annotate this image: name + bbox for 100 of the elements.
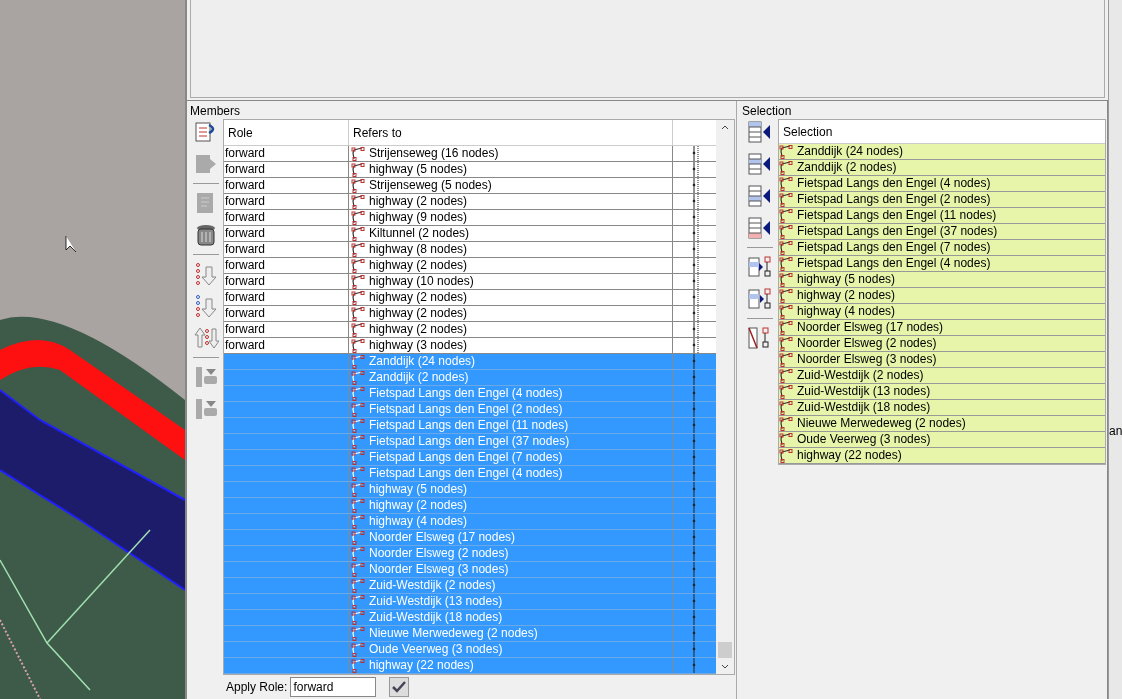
role-input-field[interactable]: forward	[290, 677, 377, 697]
move-down-icon[interactable]	[193, 293, 219, 319]
way-icon	[351, 274, 365, 289]
scroll-thumb[interactable]	[718, 642, 732, 658]
selection-row[interactable]: Fietspad Langs den Engel (4 nodes)	[779, 176, 1105, 192]
selection-row[interactable]: Zanddijk (2 nodes)	[779, 160, 1105, 176]
member-row[interactable]: forward highway (10 nodes)	[224, 274, 717, 290]
role-cell: forward	[224, 226, 349, 241]
way-icon	[779, 288, 793, 303]
panel-title: Members	[189, 103, 241, 119]
add-to-list-icon[interactable]	[747, 183, 773, 209]
way-icon	[779, 192, 793, 207]
add-to-list-icon[interactable]	[747, 215, 773, 241]
way-icon	[351, 594, 365, 609]
way-icon	[779, 400, 793, 415]
member-row[interactable]: forward highway (2 nodes)	[224, 322, 717, 338]
selection-row[interactable]: Zuid-Westdijk (18 nodes)	[779, 400, 1105, 416]
connection-line-icon	[690, 226, 699, 241]
side-text: an	[1109, 424, 1122, 438]
member-row[interactable]: forward Strijenseweg (5 nodes)	[224, 178, 717, 194]
member-name: Oude Veerweg (3 nodes)	[369, 642, 503, 657]
way-icon	[351, 482, 365, 497]
member-name: highway (9 nodes)	[369, 210, 468, 225]
member-name: highway (2 nodes)	[369, 306, 468, 321]
add-to-list-icon[interactable]	[747, 151, 773, 177]
selection-row[interactable]: Noorder Elsweg (2 nodes)	[779, 336, 1105, 352]
member-row[interactable]: forward highway (2 nodes)	[224, 194, 717, 210]
selection-row[interactable]: Zanddijk (24 nodes)	[779, 144, 1105, 160]
member-name: highway (2 nodes)	[369, 322, 468, 337]
scrollbar[interactable]	[716, 120, 734, 674]
way-icon	[351, 178, 365, 193]
selection-row[interactable]: Fietspad Langs den Engel (4 nodes)	[779, 256, 1105, 272]
member-row[interactable]: forward highway (9 nodes)	[224, 210, 717, 226]
way-icon	[779, 224, 793, 239]
way-icon	[779, 240, 793, 255]
selection-row[interactable]: highway (2 nodes)	[779, 288, 1105, 304]
selection-row[interactable]: Zuid-Westdijk (2 nodes)	[779, 368, 1105, 384]
select-node-icon[interactable]	[747, 254, 773, 280]
role-cell: forward	[224, 146, 349, 161]
member-name: highway (3 nodes)	[369, 338, 468, 353]
selection-row[interactable]: Fietspad Langs den Engel (11 nodes)	[779, 208, 1105, 224]
member-row[interactable]: forward highway (5 nodes)	[224, 162, 717, 178]
way-icon	[351, 226, 365, 241]
member-name: Noorder Elsweg (17 nodes)	[369, 530, 516, 545]
way-icon	[351, 546, 365, 561]
scroll-up-icon[interactable]	[721, 124, 729, 130]
member-name: Zuid-Westdijk (18 nodes)	[369, 610, 503, 625]
member-row[interactable]: forward Kiltunnel (2 nodes)	[224, 226, 717, 242]
way-icon	[779, 144, 793, 159]
apply-role-label: Apply Role:	[225, 680, 288, 694]
selection-row[interactable]: highway (4 nodes)	[779, 304, 1105, 320]
role-cell: forward	[224, 306, 349, 321]
member-name: Fietspad Langs den Engel (37 nodes)	[369, 434, 570, 449]
role-cell: forward	[224, 194, 349, 209]
member-row[interactable]: forward highway (2 nodes)	[224, 306, 717, 322]
member-row[interactable]: forward highway (2 nodes)	[224, 290, 717, 306]
reverse-icon[interactable]	[193, 325, 219, 351]
column-header[interactable]: Refers to	[349, 120, 673, 145]
selection-row[interactable]: Fietspad Langs den Engel (37 nodes)	[779, 224, 1105, 240]
member-name: highway (5 nodes)	[369, 482, 468, 497]
connection-line-icon	[690, 162, 699, 177]
way-icon	[351, 434, 365, 449]
way-icon	[351, 386, 365, 401]
member-name: Zanddijk (24 nodes)	[369, 354, 476, 369]
selection-row[interactable]: Oude Veerweg (3 nodes)	[779, 432, 1105, 448]
way-icon	[779, 272, 793, 287]
member-name: Fietspad Langs den Engel (4 nodes)	[369, 466, 563, 481]
column-header[interactable]: Role	[224, 120, 349, 145]
member-row[interactable]: forward highway (8 nodes)	[224, 242, 717, 258]
scroll-down-icon[interactable]	[721, 664, 729, 670]
way-icon	[351, 242, 365, 257]
move-down-icon[interactable]	[193, 261, 219, 287]
selection-row[interactable]: highway (22 nodes)	[779, 448, 1105, 464]
member-row[interactable]: forward Strijenseweg (16 nodes)	[224, 146, 717, 162]
selection-row[interactable]: Noorder Elsweg (3 nodes)	[779, 352, 1105, 368]
selection-row[interactable]: Fietspad Langs den Engel (2 nodes)	[779, 192, 1105, 208]
way-icon	[779, 208, 793, 223]
way-icon	[351, 562, 365, 577]
member-row[interactable]: forward highway (3 nodes)	[224, 338, 717, 354]
way-icon	[351, 498, 365, 513]
selection-row[interactable]: Nieuwe Merwedeweg (2 nodes)	[779, 416, 1105, 432]
way-icon	[779, 336, 793, 351]
role-cell: forward	[224, 290, 349, 305]
member-row[interactable]: forward highway (2 nodes)	[224, 258, 717, 274]
apply-button[interactable]	[389, 677, 410, 697]
connection-line-icon	[690, 338, 699, 353]
selection-row[interactable]: Zuid-Westdijk (13 nodes)	[779, 384, 1105, 400]
add-to-list-icon[interactable]	[747, 119, 773, 145]
check-icon	[392, 681, 407, 693]
role-cell: forward	[224, 178, 349, 193]
way-icon	[351, 258, 365, 273]
way-icon	[779, 256, 793, 271]
selection-row[interactable]: highway (5 nodes)	[779, 272, 1105, 288]
selection-row[interactable]: Fietspad Langs den Engel (7 nodes)	[779, 240, 1105, 256]
way-icon	[779, 320, 793, 335]
selection-row[interactable]: Noorder Elsweg (17 nodes)	[779, 320, 1105, 336]
connection-line-icon	[690, 146, 699, 161]
connection-line-icon	[690, 274, 699, 289]
select-node-icon[interactable]	[747, 286, 773, 312]
member-name: Noorder Elsweg (2 nodes)	[369, 546, 509, 561]
